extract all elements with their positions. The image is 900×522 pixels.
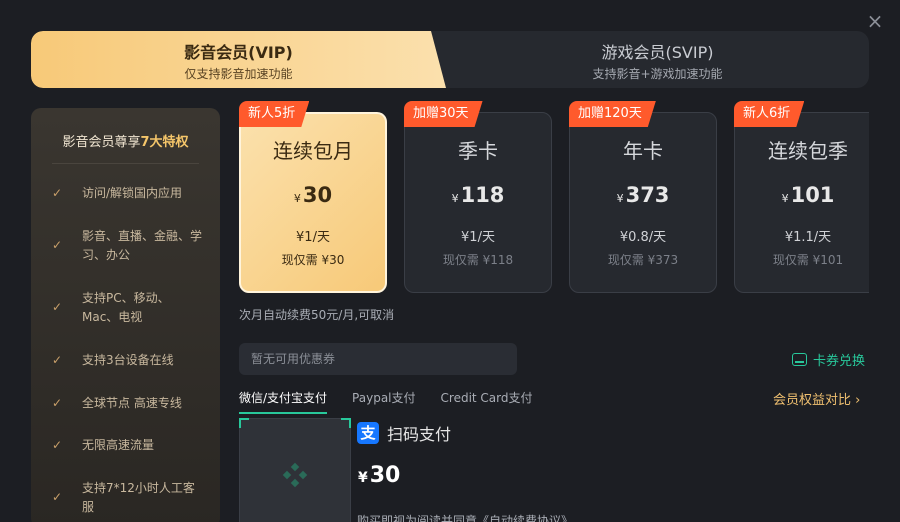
- features-title: 影音会员尊享7大特权: [31, 131, 220, 150]
- tab-vip[interactable]: 影音会员(VIP) 仅支持影音加速功能: [31, 31, 446, 88]
- tab-wechat-alipay[interactable]: 微信/支付宝支付: [239, 389, 328, 414]
- feature-text: 全球节点 高速专线: [82, 396, 182, 410]
- feature-text: 支持3台设备在线: [82, 353, 174, 367]
- plan-badge: 加赠120天: [569, 101, 656, 127]
- feature-item: ✓ 支持3台设备在线: [52, 351, 212, 370]
- check-icon: ✓: [52, 300, 63, 314]
- features-title-highlight: 7大特权: [140, 135, 189, 150]
- pay-amount-value: 30: [369, 463, 401, 488]
- plan-name: 年卡: [623, 139, 663, 163]
- plan-card-monthly[interactable]: 新人5折 连续包月 ¥30 ¥1/天 现仅需 ¥30: [239, 112, 387, 293]
- feature-text: 无限高速流量: [82, 438, 155, 452]
- plan-now-price: 现仅需 ¥101: [772, 253, 844, 267]
- plan-per-day: ¥0.8/天: [619, 230, 667, 245]
- feature-item: ✓ 支持PC、移动、Mac、电视: [52, 289, 212, 327]
- feature-item: ✓ 全球节点 高速专线: [52, 394, 212, 413]
- plan-price: ¥118: [405, 183, 551, 207]
- tab-vip-title: 影音会员(VIP): [184, 43, 293, 62]
- qr-corner: [239, 418, 249, 428]
- feature-text: 影音、直播、金融、学习、办公: [82, 229, 203, 262]
- check-icon: ✓: [52, 396, 63, 410]
- plan-card-continuous-quarterly[interactable]: 新人6折 连续包季 ¥101 ¥1.1/天 现仅需 ¥101: [734, 112, 869, 293]
- check-icon: ✓: [52, 438, 63, 452]
- auto-renew-note: 次月自动续费50元/月,可取消: [239, 308, 395, 322]
- feature-text: 访问/解锁国内应用: [82, 186, 183, 200]
- plan-price: ¥101: [735, 183, 869, 207]
- payment-method-tabs: 微信/支付宝支付 Paypal支付 Credit Card支付: [239, 389, 558, 414]
- tab-paypal[interactable]: Paypal支付: [352, 389, 415, 414]
- close-icon[interactable]: ×: [864, 10, 886, 32]
- check-icon: ✓: [52, 238, 63, 252]
- plan-now-price: 现仅需 ¥30: [281, 253, 345, 267]
- feature-text: 支持PC、移动、Mac、电视: [82, 291, 170, 324]
- tab-svip[interactable]: 游戏会员(SVIP) 支持影音+游戏加速功能: [446, 31, 869, 88]
- currency-symbol: ¥: [616, 192, 624, 205]
- qr-corner: [341, 418, 351, 428]
- membership-tabs: 影音会员(VIP) 仅支持影音加速功能 游戏会员(SVIP) 支持影音+游戏加速…: [31, 31, 869, 88]
- check-icon: ✓: [52, 353, 63, 367]
- price-value: 373: [625, 183, 670, 207]
- price-value: 30: [302, 183, 333, 207]
- tab-svip-title: 游戏会员(SVIP): [601, 43, 714, 62]
- feature-text: 支持7*12小时人工客服: [82, 481, 195, 514]
- benefits-compare-link[interactable]: 会员权益对比 ›: [773, 389, 860, 408]
- currency-symbol: ¥: [781, 192, 789, 205]
- voucher-exchange-button[interactable]: 卡券兑换: [792, 350, 865, 369]
- plan-name: 连续包季: [768, 139, 848, 163]
- plan-now-price: 现仅需 ¥118: [442, 253, 514, 267]
- feature-item: ✓ 无限高速流量: [52, 436, 212, 455]
- voucher-label: 卡券兑换: [813, 354, 866, 369]
- plan-per-day: ¥1/天: [296, 230, 330, 245]
- features-divider: [52, 163, 199, 164]
- alipay-icon: 支: [357, 422, 379, 444]
- tab-vip-subtitle: 仅支持影音加速功能: [184, 67, 293, 81]
- plan-card-yearly[interactable]: 加赠120天 年卡 ¥373 ¥0.8/天 现仅需 ¥373: [569, 112, 717, 293]
- tab-svip-subtitle: 支持影音+游戏加速功能: [592, 67, 723, 81]
- plan-price: ¥30: [241, 183, 385, 207]
- plan-per-day: ¥1.1/天: [784, 230, 832, 245]
- price-value: 118: [460, 183, 505, 207]
- plan-name: 连续包月: [273, 139, 353, 163]
- tab-credit-card[interactable]: Credit Card支付: [441, 389, 533, 414]
- plan-list: 新人5折 连续包月 ¥30 ¥1/天 现仅需 ¥30 加赠30天 季卡 ¥118…: [239, 100, 869, 300]
- currency-symbol: ¥: [451, 192, 459, 205]
- ticket-icon: [792, 353, 807, 366]
- currency-symbol: ¥: [293, 192, 301, 205]
- scan-pay-label: 扫码支付: [387, 425, 452, 444]
- features-panel: 影音会员尊享7大特权 ✓ 访问/解锁国内应用 ✓ 影音、直播、金融、学习、办公 ✓ 支…: [31, 108, 220, 522]
- check-icon: ✓: [52, 186, 63, 200]
- feature-item: ✓ 影音、直播、金融、学习、办公: [52, 227, 212, 265]
- plan-name: 季卡: [458, 139, 498, 163]
- price-value: 101: [790, 183, 835, 207]
- plan-per-day: ¥1/天: [461, 230, 495, 245]
- plan-badge: 新人5折: [239, 101, 309, 127]
- currency-symbol: ¥: [358, 470, 368, 486]
- features-title-prefix: 影音会员尊享: [62, 135, 141, 150]
- plan-badge: 新人6折: [734, 101, 804, 127]
- loading-icon: [282, 462, 308, 488]
- coupon-select[interactable]: 暂无可用优惠券: [239, 343, 517, 375]
- pay-amount: ¥30: [358, 463, 400, 488]
- feature-item: ✓ 支持7*12小时人工客服: [52, 479, 212, 517]
- plan-price: ¥373: [570, 183, 716, 207]
- plan-badge: 加赠30天: [404, 101, 483, 127]
- feature-item: ✓ 访问/解锁国内应用: [52, 184, 212, 203]
- plan-now-price: 现仅需 ¥373: [607, 253, 679, 267]
- plan-card-quarterly[interactable]: 加赠30天 季卡 ¥118 ¥1/天 现仅需 ¥118: [404, 112, 552, 293]
- agreement-text: 购买即视为阅读并同意《自动续费协议》: [357, 514, 574, 522]
- scan-pay: 支 扫码支付: [357, 421, 451, 445]
- qr-code: [239, 418, 351, 522]
- check-icon: ✓: [52, 490, 63, 504]
- membership-modal: × 影音会员(VIP) 仅支持影音加速功能 游戏会员(SVIP) 支持影音+游戏…: [0, 0, 900, 522]
